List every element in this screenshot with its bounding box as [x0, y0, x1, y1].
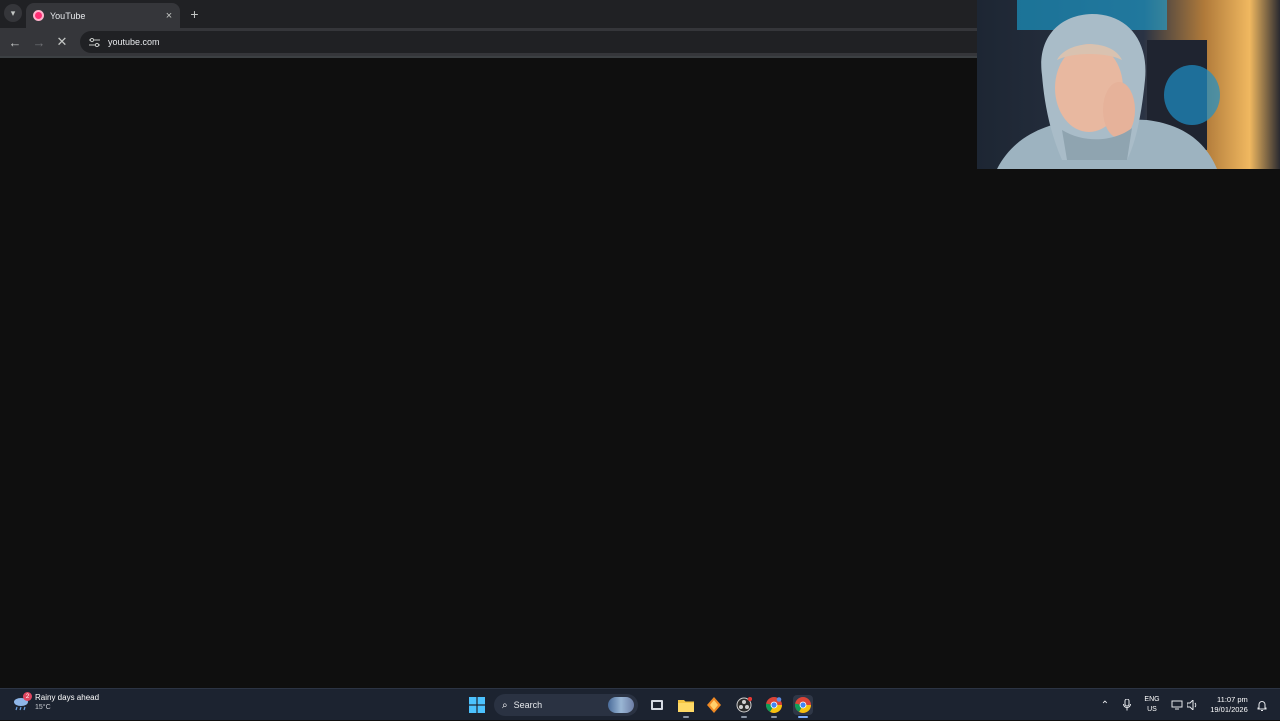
app-button[interactable]: [704, 695, 724, 715]
notification-badge: 2: [23, 692, 32, 701]
app-icon: [707, 697, 721, 713]
chevron-down-icon: ▾: [10, 7, 16, 18]
clock-time: 11:07 pm: [1217, 695, 1248, 704]
tab-title: YouTube: [50, 10, 86, 21]
chrome-button[interactable]: [764, 695, 784, 718]
start-button[interactable]: [467, 695, 487, 715]
show-hidden-icons-button[interactable]: ⌃: [1097, 689, 1113, 721]
clock-date: 19/01/2026: [1210, 705, 1248, 714]
keyboard-layout: US: [1147, 706, 1157, 713]
speaker-icon: [1186, 700, 1196, 710]
notifications-button[interactable]: [1255, 689, 1269, 721]
file-explorer-icon: [678, 700, 694, 712]
browser-window: ▾ YouTube × + ← → ✕ youtube.com: [0, 0, 980, 58]
search-label: Search: [513, 700, 543, 710]
microphone-icon: [1123, 699, 1131, 711]
weather-widget[interactable]: 2 Rainy days ahead 15°C: [12, 692, 100, 713]
file-explorer-button[interactable]: [676, 695, 696, 718]
network-button[interactable]: [1169, 689, 1185, 721]
chrome-icon: [766, 697, 782, 713]
weather-temperature: 15°C: [35, 704, 51, 711]
active-indicator: [798, 716, 808, 718]
task-view-icon: [651, 700, 663, 710]
new-tab-button[interactable]: +: [186, 5, 203, 22]
address-bar[interactable]: youtube.com: [80, 31, 980, 53]
youtube-favicon-icon: [33, 10, 44, 21]
plus-icon: +: [190, 5, 199, 22]
back-button[interactable]: ←: [6, 33, 24, 51]
obs-icon: [736, 697, 752, 713]
webcam-image: [977, 0, 1280, 169]
rain-cloud-icon: 2: [12, 692, 32, 712]
close-tab-button[interactable]: ×: [162, 9, 176, 23]
tune-icon: [88, 37, 100, 47]
forward-button[interactable]: →: [30, 33, 48, 51]
running-indicator: [771, 716, 777, 718]
running-indicator: [683, 716, 689, 718]
close-icon: ×: [165, 9, 173, 22]
notification-bell-icon: [1257, 700, 1267, 711]
language-code: ENG: [1144, 696, 1160, 703]
tab-strip: ▾ YouTube × +: [0, 0, 977, 28]
tab-youtube[interactable]: YouTube ×: [26, 3, 180, 28]
language-indicator[interactable]: ENG US: [1140, 689, 1164, 721]
search-highlight-image: [608, 697, 634, 713]
running-indicator: [741, 716, 747, 718]
task-view-button[interactable]: [647, 695, 667, 715]
webcam-overlay: [977, 0, 1280, 169]
taskbar-search-box[interactable]: ⌕ Search: [494, 694, 638, 716]
taskbar: 2 Rainy days ahead 15°C ⌕ Search ⌃ ENG U…: [0, 688, 1280, 720]
search-icon: ⌕: [502, 699, 508, 711]
close-icon: ✕: [56, 34, 68, 49]
tab-search-button[interactable]: ▾: [4, 4, 22, 22]
arrow-left-icon: ←: [8, 34, 22, 50]
weather-title: Rainy days ahead: [35, 693, 100, 702]
chrome-icon: [795, 697, 811, 713]
microphone-button[interactable]: [1119, 689, 1135, 721]
url-text: youtube.com: [108, 37, 160, 47]
stop-loading-button[interactable]: ✕: [53, 33, 71, 51]
browser-toolbar: ← → ✕ youtube.com: [0, 28, 980, 56]
clock[interactable]: 11:07 pm 19/01/2026: [1206, 689, 1252, 721]
chevron-up-icon: ⌃: [1100, 699, 1110, 711]
arrow-right-icon: →: [32, 34, 46, 50]
obs-button[interactable]: [734, 695, 754, 718]
chrome-button-active[interactable]: [793, 695, 813, 718]
site-info-icon[interactable]: [86, 34, 102, 50]
volume-button[interactable]: [1185, 689, 1199, 721]
network-icon: [1171, 700, 1183, 710]
windows-start-icon: [469, 697, 485, 713]
